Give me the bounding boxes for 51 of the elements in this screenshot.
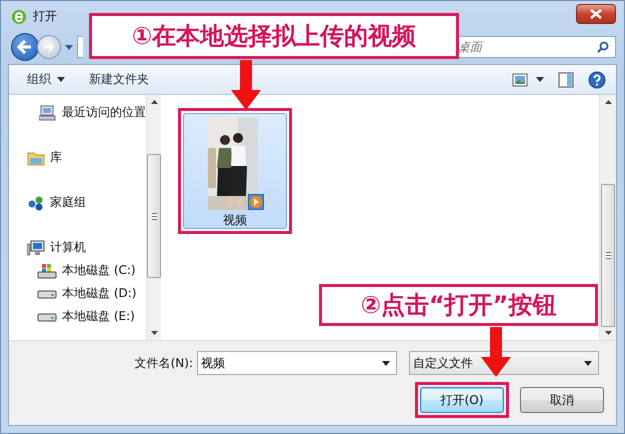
caret-icon [57, 77, 65, 82]
browser-icon [11, 8, 27, 24]
scroll-down-icon[interactable] [150, 331, 158, 335]
scroll-thumb[interactable] [601, 184, 615, 327]
computer-icon [27, 240, 45, 256]
arrow [231, 60, 261, 110]
back-button[interactable] [11, 33, 39, 61]
callout-label: ①在本地选择拟上传的视频 [89, 13, 459, 59]
recent-places-icon [39, 104, 57, 120]
caret-icon[interactable] [536, 77, 544, 82]
arrow-left-icon [17, 40, 33, 54]
open-button[interactable]: 打开(O) [420, 387, 504, 413]
view-icon[interactable] [512, 72, 528, 86]
sidebar-item[interactable]: 家庭组 [9, 191, 146, 214]
cancel-button[interactable]: 取消 [520, 387, 604, 413]
scroll-thumb[interactable] [147, 154, 161, 278]
file-type-dropdown[interactable]: 自定义文件 [409, 351, 599, 375]
arrow [481, 327, 511, 377]
scroll-up-icon[interactable] [150, 100, 158, 104]
scrollbar[interactable] [599, 95, 616, 340]
preview-pane-icon[interactable] [558, 72, 574, 88]
close-button[interactable] [576, 4, 616, 24]
sidebar-item[interactable]: 本地磁盘 (D:) [9, 282, 146, 305]
sidebar-item[interactable]: 最近访问的位置 [9, 101, 146, 124]
scroll-up-icon[interactable] [604, 100, 612, 104]
scrollbar[interactable] [146, 95, 161, 340]
sidebar-item[interactable]: 库 [9, 146, 146, 169]
caret-icon [584, 360, 592, 366]
search-field[interactable]: 桌面 [458, 36, 616, 58]
help-icon[interactable] [588, 70, 606, 88]
drive-icon [37, 288, 57, 298]
callout-label: ②点击“打开”按钮 [319, 284, 598, 326]
file-item[interactable]: 视频 [183, 113, 287, 229]
library-folder-icon [27, 150, 45, 166]
sidebar-item[interactable]: 计算机 [9, 236, 146, 259]
sidebar-item[interactable]: 本地磁盘 (C:) [9, 259, 146, 282]
caret-icon[interactable] [382, 361, 390, 366]
drive-icon [37, 312, 57, 322]
window-title: 打开 [33, 8, 57, 25]
filename-label: 文件名(N): [134, 354, 194, 372]
sidebar-item[interactable]: 本地磁盘 (E:) [9, 305, 146, 328]
play-icon [248, 194, 264, 210]
organize-menu-button[interactable]: 组织 [21, 68, 71, 91]
system-drive-icon [37, 262, 57, 278]
arrow-right-icon [43, 42, 55, 52]
close-icon [590, 8, 602, 18]
filename-field[interactable]: 视频 [197, 351, 397, 375]
new-folder-button[interactable]: 新建文件夹 [83, 68, 155, 91]
scroll-down-icon[interactable] [604, 331, 612, 335]
homegroup-icon [27, 194, 45, 210]
search-icon[interactable] [597, 41, 609, 53]
